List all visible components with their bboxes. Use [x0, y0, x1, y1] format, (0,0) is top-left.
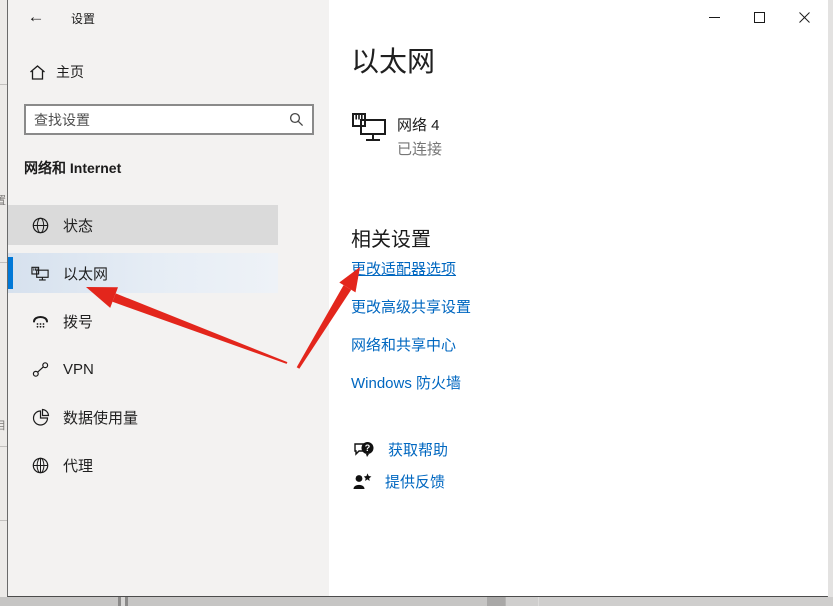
related-settings-heading: 相关设置	[351, 223, 431, 252]
screenshot-root: 置 目 ← 设置 主页 网络和 Internet	[0, 0, 833, 606]
sidebar-item-vpn[interactable]: VPN	[8, 349, 278, 389]
sidebar-item-dialup[interactable]: 拨号	[8, 301, 278, 341]
background-text-fragment: 目	[0, 417, 6, 433]
sidebar-item-proxy[interactable]: 代理	[8, 445, 278, 485]
background-strip-segment	[506, 597, 833, 606]
svg-text:?: ?	[365, 443, 371, 453]
link-change-advanced-sharing[interactable]: 更改高级共享设置	[351, 296, 471, 317]
back-button[interactable]: ←	[23, 5, 49, 29]
feedback-icon	[353, 472, 372, 491]
sidebar-item-label: 状态	[63, 215, 93, 236]
minimize-button[interactable]	[692, 0, 737, 34]
link-windows-firewall[interactable]: Windows 防火墙	[351, 372, 461, 393]
background-divider	[0, 520, 7, 521]
search-icon	[289, 112, 304, 127]
search-input[interactable]	[34, 112, 289, 128]
sidebar-item-home[interactable]: 主页	[29, 62, 84, 82]
link-change-adapter-options[interactable]: 更改适配器选项	[351, 258, 456, 279]
sidebar: ← 设置 主页 网络和 Internet 状态	[8, 0, 329, 596]
proxy-globe-icon	[31, 456, 50, 475]
maximize-button[interactable]	[737, 0, 782, 34]
get-help-row[interactable]: ? 获取帮助	[353, 439, 448, 460]
link-network-sharing-center[interactable]: 网络和共享中心	[351, 334, 456, 355]
status-globe-icon	[31, 216, 50, 235]
home-icon	[29, 64, 46, 81]
settings-window: ← 设置 主页 网络和 Internet 状态	[7, 0, 828, 597]
background-window-left-sliver: 置 目	[0, 0, 7, 606]
background-divider	[0, 446, 7, 447]
background-strip-line	[505, 597, 506, 606]
sidebar-item-status[interactable]: 状态	[8, 205, 278, 245]
background-bottom-strip	[0, 597, 833, 606]
window-title: 设置	[71, 10, 95, 27]
selected-accent-bar	[8, 257, 13, 289]
main-pane: 以太网 网络 4 已连接 相关设置 更改适配器选项 更改高级共享设置 网络和共享…	[329, 0, 828, 596]
search-box[interactable]	[24, 104, 314, 135]
background-strip-line	[538, 597, 539, 606]
sidebar-item-label: 代理	[63, 455, 93, 476]
sidebar-item-label: 以太网	[63, 263, 108, 284]
connection-name: 网络 4	[397, 114, 442, 135]
window-controls	[692, 0, 827, 34]
connection-tile[interactable]: 网络 4 已连接	[351, 112, 442, 159]
background-window-right-sliver	[828, 0, 833, 606]
page-title: 以太网	[351, 40, 435, 80]
get-help-link[interactable]: 获取帮助	[388, 439, 448, 460]
sidebar-item-label: 数据使用量	[63, 407, 138, 428]
background-divider	[0, 84, 7, 85]
close-button[interactable]	[782, 0, 827, 34]
get-help-icon: ?	[353, 440, 375, 459]
feedback-row[interactable]: 提供反馈	[353, 471, 445, 492]
connection-status: 已连接	[397, 138, 442, 159]
sidebar-item-label: VPN	[63, 361, 94, 378]
sidebar-item-data-usage[interactable]: 数据使用量	[8, 397, 278, 437]
background-strip-divider	[118, 597, 128, 606]
vpn-icon	[31, 360, 50, 379]
data-usage-icon	[31, 408, 50, 427]
home-label: 主页	[56, 62, 84, 82]
ethernet-status-icon	[351, 112, 388, 143]
sidebar-item-label: 拨号	[63, 311, 93, 332]
sidebar-section-header: 网络和 Internet	[24, 158, 121, 178]
background-text-fragment: 置	[0, 192, 6, 208]
feedback-link[interactable]: 提供反馈	[385, 471, 445, 492]
background-divider	[0, 262, 7, 263]
ethernet-icon	[31, 264, 50, 283]
background-strip-block	[487, 597, 505, 606]
sidebar-item-ethernet[interactable]: 以太网	[8, 253, 278, 293]
dialup-icon	[31, 312, 50, 331]
